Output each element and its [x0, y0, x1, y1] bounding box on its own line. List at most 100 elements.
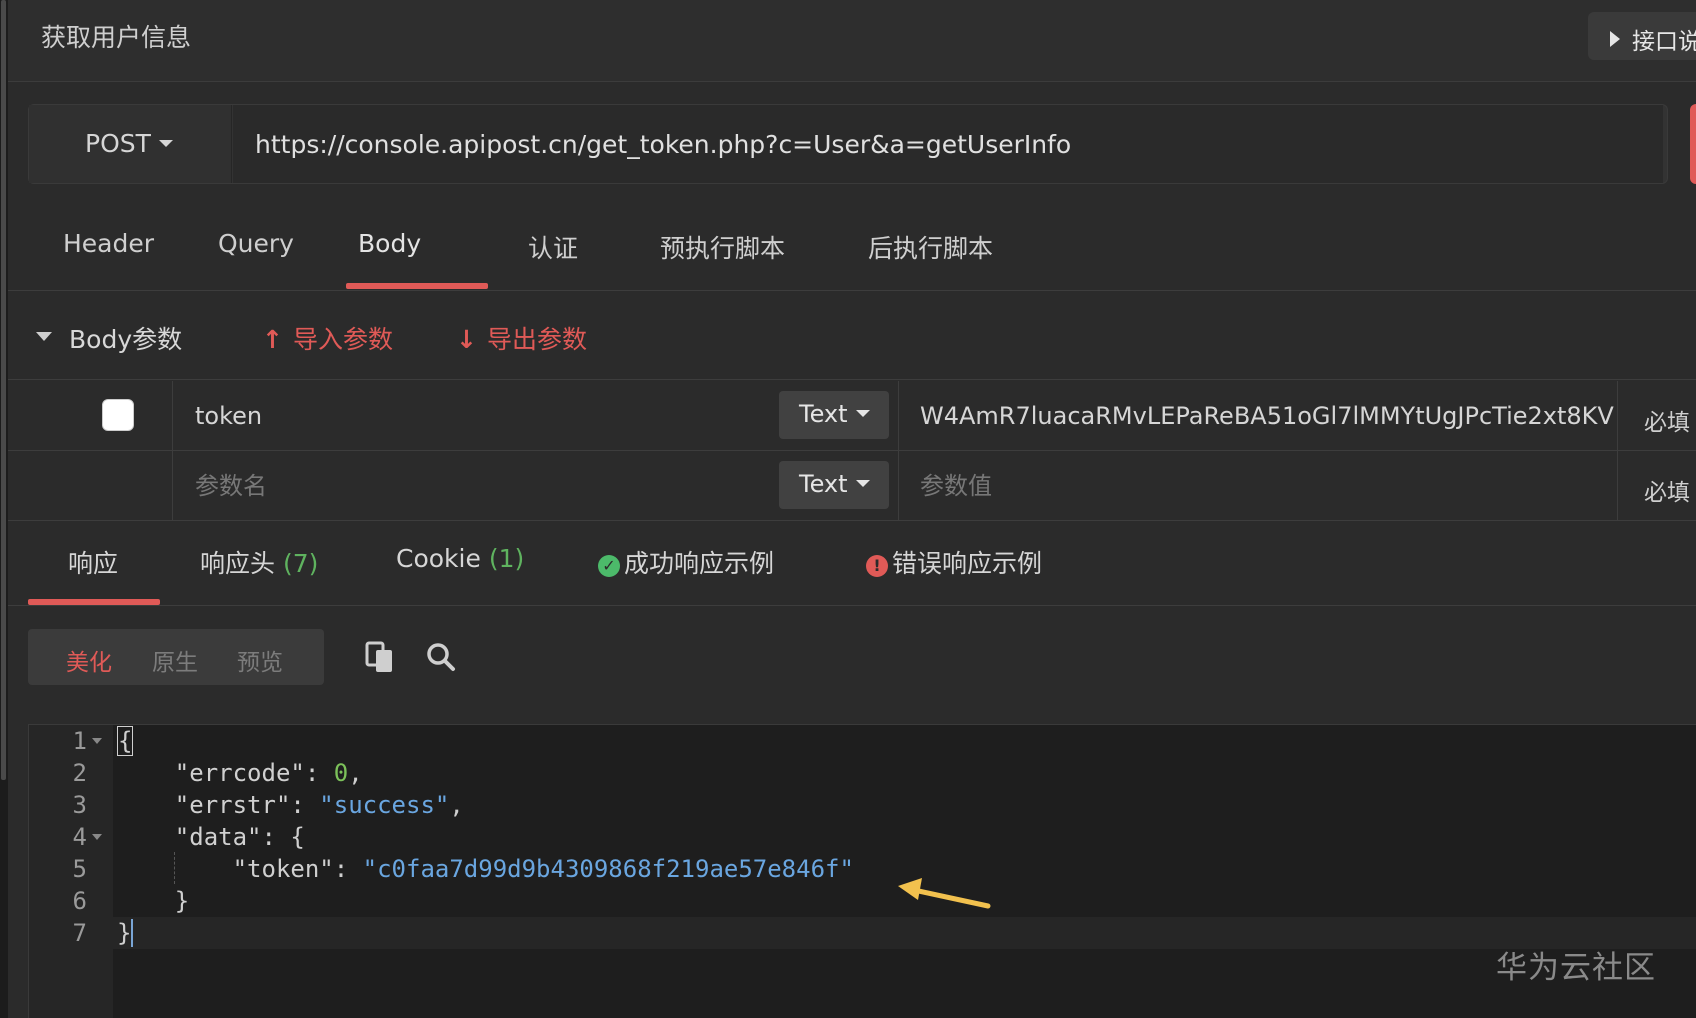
- send-button[interactable]: [1690, 104, 1696, 184]
- tab-post-script[interactable]: 后执行脚本: [868, 229, 993, 265]
- param-required-toggle[interactable]: 必填: [1618, 451, 1696, 520]
- code-line: 3 "errstr": "success",: [29, 789, 1696, 821]
- response-tabs: 响应 响应头 (7) Cookie (1) ✓ 成功响应示例 ! 错误响应示例: [8, 522, 1696, 606]
- json-key: "errstr": [174, 791, 291, 819]
- play-icon: [1610, 31, 1620, 47]
- line-number: 3: [72, 791, 87, 819]
- view-mode-toggle: 美化 原生 预览: [28, 629, 324, 685]
- tab-error-example-label: 错误响应示例: [892, 549, 1043, 578]
- body-params-header: Body参数 ↑ 导入参数 ↓ 导出参数: [8, 292, 1696, 380]
- line-number: 4: [72, 823, 87, 851]
- tab-response[interactable]: 响应: [68, 544, 118, 580]
- param-required-toggle[interactable]: 必填: [1618, 381, 1696, 450]
- param-type-select[interactable]: Text: [779, 461, 889, 509]
- active-tab-indicator: [28, 599, 160, 605]
- json-key: "data": [174, 823, 262, 851]
- code-text: {: [117, 726, 134, 756]
- window-edge: [0, 0, 8, 1018]
- response-code-editor[interactable]: 1 { 2 "errcode": 0, 3 "errstr": "success…: [28, 724, 1696, 1018]
- json-number: 0: [333, 759, 349, 787]
- chevron-down-icon: [855, 410, 870, 417]
- import-params-label: 导入参数: [292, 325, 393, 354]
- cookie-count: (1): [488, 544, 525, 573]
- collapse-caret-icon[interactable]: [36, 332, 52, 341]
- code-line: 5 "token": "c0faa7d99d9b4309868f219ae57e…: [29, 853, 1696, 885]
- table-row: Text 必填: [8, 381, 1696, 451]
- param-key-input[interactable]: [173, 451, 763, 520]
- row-checkbox[interactable]: [102, 399, 134, 431]
- tab-auth[interactable]: 认证: [528, 229, 578, 265]
- request-tabs: Header Query Body 认证 预执行脚本 后执行脚本: [8, 205, 1696, 291]
- json-key: "token": [232, 855, 334, 883]
- tab-pre-script[interactable]: 预执行脚本: [660, 229, 785, 265]
- exclamation-circle-icon: !: [866, 555, 888, 577]
- title-bar: 获取用户信息 接口说: [8, 0, 1696, 82]
- view-raw[interactable]: 原生: [152, 643, 198, 677]
- scrollbar-thumb[interactable]: [1, 0, 6, 780]
- copy-icon[interactable]: [364, 640, 398, 674]
- url-input[interactable]: [233, 105, 1663, 183]
- annotation-arrow-icon: [898, 878, 991, 909]
- json-string: "success": [319, 791, 450, 819]
- param-type-label: Text: [799, 470, 848, 498]
- active-tab-indicator: [346, 283, 488, 289]
- tab-success-example-label: 成功响应示例: [624, 549, 775, 578]
- request-url-bar: POST: [28, 104, 1668, 184]
- tab-cookie[interactable]: Cookie (1): [396, 544, 524, 573]
- param-value-cell: [899, 381, 1618, 450]
- code-line: 1 {: [29, 725, 1696, 757]
- row-check-cell: [8, 451, 173, 520]
- tab-error-example[interactable]: ! 错误响应示例: [866, 544, 1042, 580]
- line-number: 7: [72, 919, 87, 947]
- code-text: "errcode": 0,: [174, 759, 363, 787]
- arrow-up-icon: ↑: [262, 325, 283, 354]
- param-type-label: Text: [799, 400, 848, 428]
- params-table: Text 必填 Text 必填: [8, 381, 1696, 521]
- api-doc-button[interactable]: 接口说: [1588, 12, 1696, 60]
- arrow-down-icon: ↓: [456, 325, 477, 354]
- view-pretty[interactable]: 美化: [66, 643, 112, 677]
- headers-count: (7): [282, 549, 319, 578]
- param-value-cell: [899, 451, 1618, 520]
- code-text: "errstr": "success",: [174, 791, 464, 819]
- code-text: "data": {: [174, 823, 305, 851]
- param-key-cell: Text: [173, 381, 899, 450]
- param-key-cell: Text: [173, 451, 899, 520]
- json-string: "c0faa7d99d9b4309868f219ae57e846f": [362, 855, 854, 883]
- table-row: Text 必填: [8, 451, 1696, 521]
- import-params-button[interactable]: ↑ 导入参数: [262, 320, 393, 356]
- code-text: }: [117, 887, 190, 915]
- json-key: "errcode": [174, 759, 305, 787]
- param-key-input[interactable]: [173, 381, 763, 450]
- view-preview[interactable]: 预览: [237, 643, 283, 677]
- code-line: 2 "errcode": 0,: [29, 757, 1696, 789]
- code-line: 6 }: [29, 885, 1696, 917]
- param-value-input[interactable]: [899, 451, 1618, 520]
- code-line: 4 "data": {: [29, 821, 1696, 853]
- export-params-button[interactable]: ↓ 导出参数: [456, 320, 587, 356]
- param-value-input[interactable]: [899, 381, 1618, 450]
- line-number: 6: [72, 887, 87, 915]
- tab-success-example[interactable]: ✓ 成功响应示例: [598, 544, 774, 580]
- method-label: POST: [85, 129, 151, 158]
- api-title: 获取用户信息: [41, 23, 192, 52]
- param-type-select[interactable]: Text: [779, 391, 889, 439]
- tab-cookie-label: Cookie: [396, 544, 481, 573]
- tab-header[interactable]: Header: [63, 229, 154, 258]
- search-icon[interactable]: [424, 640, 458, 674]
- chevron-down-icon: [158, 140, 173, 147]
- line-number: 2: [72, 759, 87, 787]
- method-select[interactable]: POST: [29, 105, 232, 183]
- body-params-title: Body参数: [69, 325, 183, 354]
- code-text: }: [117, 917, 148, 949]
- indent-guide: [174, 852, 175, 884]
- fold-caret-icon[interactable]: [92, 738, 102, 744]
- tab-response-headers[interactable]: 响应头 (7): [200, 544, 318, 580]
- tab-response-headers-label: 响应头: [200, 549, 276, 578]
- chevron-down-icon: [855, 480, 870, 487]
- api-doc-label: 接口说: [1632, 29, 1696, 55]
- fold-caret-icon[interactable]: [92, 834, 102, 840]
- tab-query[interactable]: Query: [218, 229, 294, 258]
- line-number: 1: [72, 727, 87, 755]
- tab-body[interactable]: Body: [358, 229, 421, 258]
